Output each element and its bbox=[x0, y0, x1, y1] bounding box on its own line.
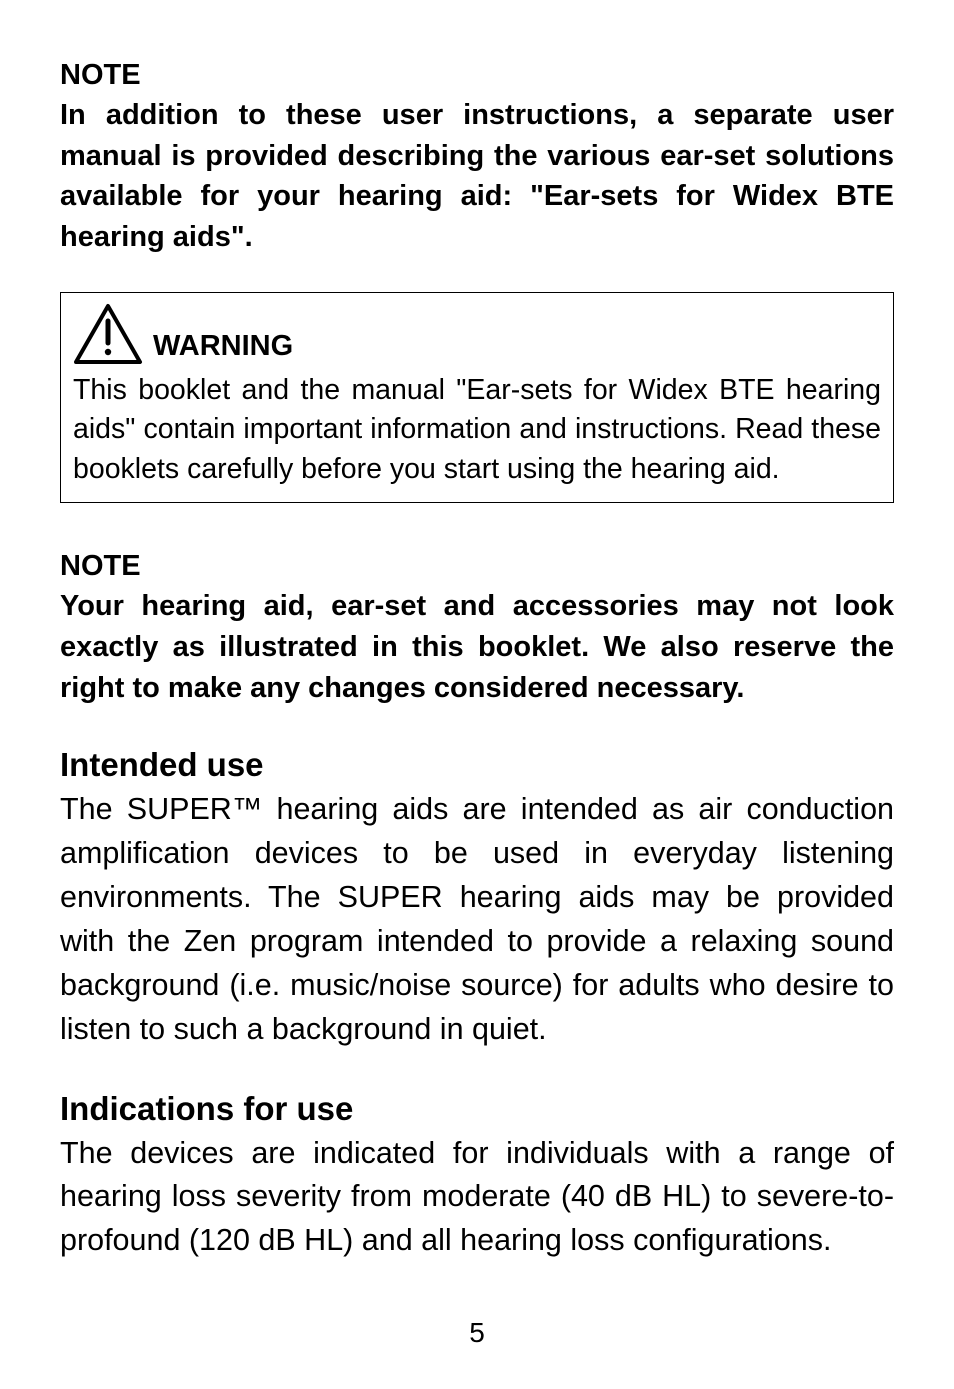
warning-title: WARNING bbox=[153, 332, 293, 365]
note-block-1: NOTE In addition to these user instructi… bbox=[60, 56, 894, 258]
note-title-1: NOTE bbox=[60, 56, 894, 95]
note-title-2: NOTE bbox=[60, 547, 894, 586]
intended-use-body: The SUPER™ hearing aids are intended as … bbox=[60, 788, 894, 1051]
indications-body: The devices are indicated for individual… bbox=[60, 1132, 894, 1264]
indications-section: Indications for use The devices are indi… bbox=[60, 1052, 894, 1264]
indications-title: Indications for use bbox=[60, 1090, 894, 1128]
note-body-2: Your hearing aid, ear-set and accessorie… bbox=[60, 586, 894, 708]
warning-header: WARNING bbox=[73, 303, 881, 365]
warning-body: This booklet and the manual "Ear-sets fo… bbox=[73, 371, 881, 491]
note-block-2: NOTE Your hearing aid, ear-set and acces… bbox=[60, 547, 894, 708]
warning-triangle-icon bbox=[73, 303, 143, 365]
warning-box: WARNING This booklet and the manual "Ear… bbox=[60, 292, 894, 504]
page-number: 5 bbox=[60, 1293, 894, 1349]
intended-use-title: Intended use bbox=[60, 746, 894, 784]
note-body-1: In addition to these user instructions, … bbox=[60, 95, 894, 257]
intended-use-section: Intended use The SUPER™ hearing aids are… bbox=[60, 708, 894, 1051]
